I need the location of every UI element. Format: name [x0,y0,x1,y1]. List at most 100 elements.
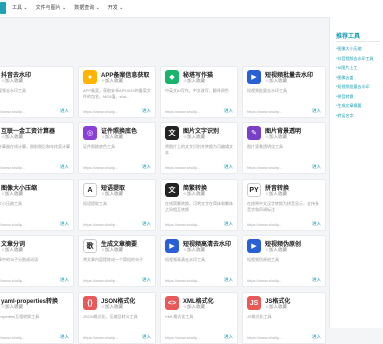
tool-card[interactable]: 文图片文字识别 ☆加入收藏 将图片上的文字识别并转换为可编辑文本 https://ww… [160,122,238,174]
tool-url: https://www.shulip... [165,278,201,283]
enter-button[interactable]: 进入 [312,221,321,227]
enter-button[interactable]: 进入 [60,221,69,227]
sidebar-item[interactable]: *拼音转换 [336,92,374,102]
enter-button[interactable]: 进入 [142,221,151,227]
enter-button[interactable]: 进入 [312,334,321,340]
enter-button[interactable]: 进入 [312,108,321,114]
tool-url: https://www.shulip... [83,165,119,170]
add-favorite-button[interactable]: ☆加入收藏 [265,247,287,253]
nav-data-query[interactable]: 数据查询 ⌄ [74,4,100,11]
add-favorite-button[interactable]: ☆加入收藏 [1,304,23,310]
enter-button[interactable]: 进入 [60,108,69,114]
nav-tools[interactable]: 工具 ⌄ [12,4,28,11]
tool-card[interactable]: ¥互联一金工资计算器☆加入收藏工资计算器在线计算，税前税后和年终奖计算https… [0,122,74,174]
tool-card[interactable]: PY 拼音转换 ☆加入收藏 在线将中文汉字转换为拼音显示，支持多音字和声调标注 http… [242,179,326,231]
add-favorite-button[interactable]: ☆加入收藏 [183,304,205,310]
sidebar-item[interactable]: *抖音视频去水印工具 [336,54,374,64]
tool-card[interactable]: ✎ 图片背景透明 ☆加入收藏 图片背景透明化工具 https://www.shulip.… [242,122,326,174]
sidebar-item[interactable]: *AI图片上工 [336,63,374,73]
site-logo[interactable] [0,2,6,14]
tool-card[interactable]: ♪抖音去水印☆加入收藏抖音视频去水印工具https://www.shulip..… [0,66,74,118]
enter-button[interactable]: 进入 [142,277,151,283]
enter-button[interactable]: 进入 [224,277,233,283]
enter-button[interactable]: 进入 [224,108,233,114]
tool-url: https://www.shulip... [165,222,201,227]
add-favorite-button[interactable]: ☆加入收藏 [183,134,205,140]
enter-button[interactable]: 进入 [224,221,233,227]
photo-icon: ◎ [83,126,97,140]
sidebar-divider [336,41,380,42]
tool-description: 将文章中的句子分割成词语 [0,257,38,262]
tool-description: XML格式化工具 [165,314,194,319]
tool-card[interactable]: ● APP备案信息获取 ☆加入收藏 APP备案，获取安卓APK/iOS的备案文件的包名… [78,66,156,118]
add-favorite-button[interactable]: ☆加入收藏 [101,191,123,197]
tool-url: https://www.shulip... [165,165,201,170]
add-favorite-button[interactable]: ☆加入收藏 [101,304,123,310]
enter-button[interactable]: 进入 [60,334,69,340]
add-favorite-button[interactable]: ☆加入收藏 [1,78,23,84]
nav-files-images[interactable]: 文件与图片 ⌄ [36,4,67,11]
sidebar-item[interactable]: *图像去盖 [336,73,374,83]
add-favorite-button[interactable]: ☆加入收藏 [183,78,205,84]
tool-url: https://www.shulip... [0,222,26,227]
tool-card[interactable]: ▶ 短视频批量去水印 ☆加入收藏 短视频批量去水印工具 https://www.shul… [242,66,326,118]
enter-button[interactable]: 进入 [142,334,151,340]
tool-card[interactable]: ▶ 短视频伪原创 ☆加入收藏 短视频伪原创工具 https://www.shulip..… [242,235,326,287]
add-favorite-button[interactable]: ☆加入收藏 [265,304,287,310]
enter-button[interactable]: 进入 [60,277,69,283]
add-favorite-button[interactable]: ☆加入收藏 [1,191,23,197]
tool-card[interactable]: <> XML格式化 ☆加入收藏 XML格式化工具 https://www.shulip.… [160,292,238,344]
tool-card[interactable]: ◎ 证件照换底色 ☆加入收藏 证件照换底色工具 https://www.shulip..… [78,122,156,174]
enter-button[interactable]: 进入 [312,164,321,170]
add-favorite-button[interactable]: ☆加入收藏 [1,134,23,140]
add-favorite-button[interactable]: ☆加入收藏 [265,134,287,140]
tool-description: APP备案，获取安卓APK/iOS的备案文件的包名、MD5值、sha... [83,88,151,99]
main-nav: 工具 ⌄ 文件与图片 ⌄ 数据查询 ⌄ 开发 ⌄ [12,4,123,11]
top-navigation-bar: 工具 ⌄ 文件与图片 ⌄ 数据查询 ⌄ 开发 ⌄ [0,0,383,18]
tool-description: 中英文AI写作，中文改写、翻译润色 [165,88,229,93]
enter-button[interactable]: 进入 [312,277,321,283]
add-favorite-button[interactable]: ☆加入收藏 [101,247,123,253]
cat-icon: ◆ [165,70,179,84]
enter-button[interactable]: 进入 [142,164,151,170]
tool-card[interactable]: 斤文章分词☆加入收藏将文章中的句子分割成词语https://www.shulip… [0,235,74,287]
tool-url: https://www.shulip... [247,278,283,283]
tool-card[interactable]: 文简繁转换 ☆加入收藏 在线简繁转换，可将文字在简体和繁体之间相互转换 https:/… [160,179,238,231]
sidebar-item[interactable]: *生成文章摘要 [336,101,374,111]
tool-card[interactable]: ⬤yaml-properties转换☆加入收藏yml/properties互相转… [0,292,74,344]
ocr-icon: 文 [165,126,179,140]
tool-card[interactable]: ▶ 短视频高清去水印 ☆加入收藏 短视频高清去水印工具 https://www.shul… [160,235,238,287]
enter-button[interactable]: 进入 [224,334,233,340]
sidebar-item[interactable]: *转运名字 [336,111,374,121]
xml-icon: <> [165,296,179,310]
tool-description: 抖音视频去水印工具 [0,88,26,93]
tool-card[interactable]: 歌生成文章摘要 ☆加入收藏 将文章内容提炼成一个简短的句子 https://www.s… [78,235,156,287]
pinyin-icon: PY [247,183,261,197]
add-favorite-button[interactable]: ☆加入收藏 [265,78,287,84]
add-favorite-button[interactable]: ☆加入收藏 [183,247,205,253]
tool-url: https://www.shulip... [83,278,119,283]
tool-card[interactable]: ⇲图像大小压缩☆加入收藏图像大小压缩工具https://www.shulip..… [0,179,74,231]
tool-card[interactable]: JS JS格式化 ☆加入收藏 JS格式化工具 https://www.shulip...… [242,292,326,344]
tool-url: https://www.shulip... [83,109,119,114]
sidebar-list: *图像大小压缩 *抖音视频去水印工具 *AI图片上工 *图像去盖 *短视频批量去水印 *拼… [336,44,374,120]
add-favorite-button[interactable]: ☆加入收藏 [265,191,287,197]
app-icon: ● [83,70,97,84]
tool-description: 将文章内容提炼成一个简短的句子 [83,257,143,262]
nav-dev[interactable]: 开发 ⌄ [108,4,124,11]
add-favorite-button[interactable]: ☆加入收藏 [183,191,205,197]
enter-button[interactable]: 进入 [224,164,233,170]
tool-card[interactable]: A 短语提取 ☆加入收藏 短语提取工具 https://www.shulip... 进入 [78,179,156,231]
tool-card[interactable]: {} JSON格式化 ☆加入收藏 JSON格式化、压缩及转义工具 https://www… [78,292,156,344]
add-favorite-button[interactable]: ☆加入收藏 [101,78,123,84]
add-favorite-button[interactable]: ☆加入收藏 [101,134,123,140]
sidebar-item[interactable]: *图像大小压缩 [336,44,374,54]
enter-button[interactable]: 进入 [142,108,151,114]
enter-button[interactable]: 进入 [60,164,69,170]
sidebar-item[interactable]: *短视频批量去水印 [336,82,374,92]
remix-icon: ▶ [247,239,261,253]
add-favorite-button[interactable]: ☆加入收藏 [1,247,23,253]
tool-description: 短视频高清去水印工具 [165,257,205,262]
tool-url: https://www.shulip... [165,335,201,340]
tool-card[interactable]: ◆ 秘塔写作猫 ☆加入收藏 中英文AI写作，中文改写、翻译润色 https://www.… [160,66,238,118]
